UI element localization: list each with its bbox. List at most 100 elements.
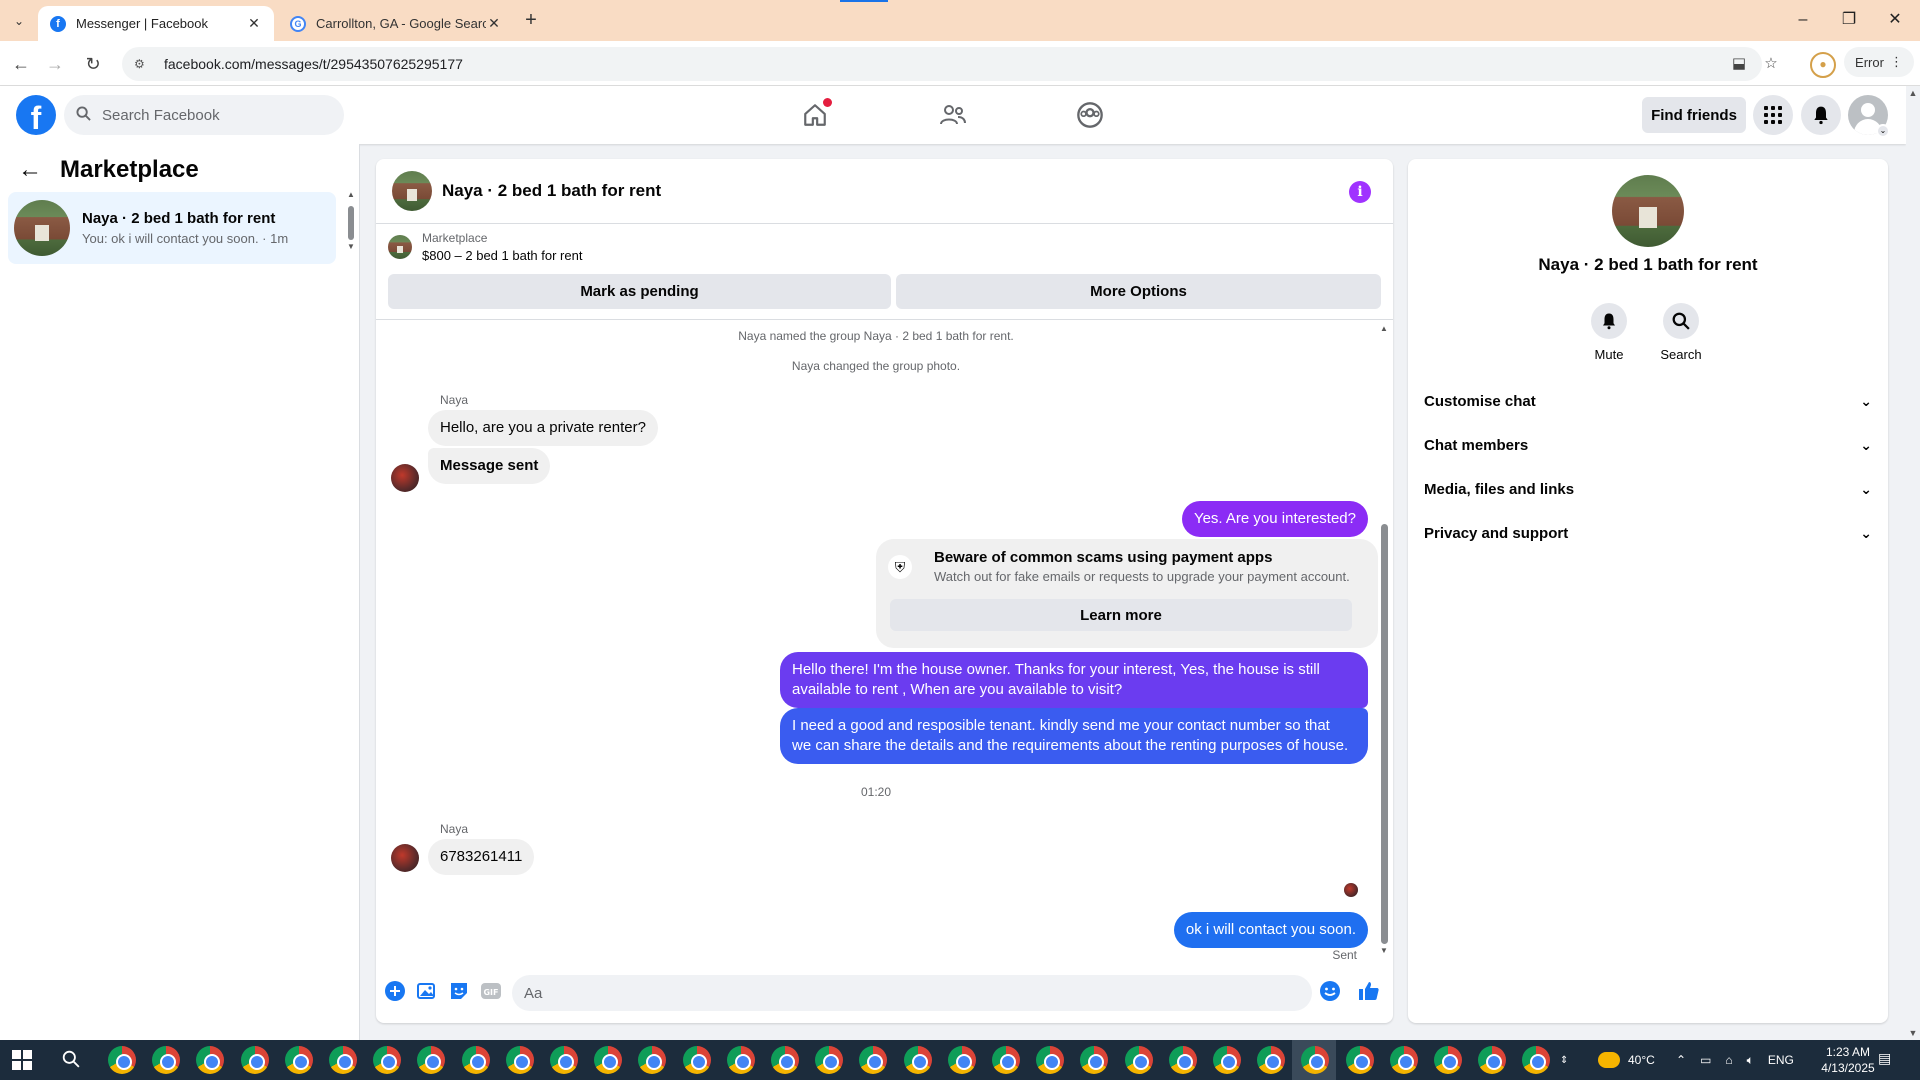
taskbar-chrome-app-icon[interactable]: [859, 1046, 888, 1074]
taskbar-chrome-app-icon[interactable]: [815, 1046, 844, 1074]
message-bubble-incoming[interactable]: Hello, are you a private renter?: [428, 410, 658, 446]
taskbar-chrome-app-icon[interactable]: [284, 1046, 313, 1074]
taskbar-chrome-app-icon[interactable]: [638, 1046, 667, 1074]
taskbar-chrome-app-icon[interactable]: [1522, 1046, 1551, 1074]
taskbar-chrome-app-icon[interactable]: [1257, 1046, 1286, 1074]
taskbar-chrome-app-icon[interactable]: [771, 1046, 799, 1074]
sticker-icon[interactable]: [448, 980, 470, 1002]
search-input[interactable]: [102, 106, 322, 124]
message-bubble-incoming[interactable]: Message sent: [428, 448, 551, 484]
chat-avatar[interactable]: [392, 171, 432, 211]
windows-start-icon[interactable]: [12, 1050, 32, 1070]
monitor-icon[interactable]: ▭: [1700, 1053, 1711, 1067]
taskbar-chrome-app-icon[interactable]: [550, 1046, 578, 1074]
bookmark-star-icon[interactable]: ☆: [1760, 53, 1782, 75]
page-scrollbar[interactable]: ▲ ▼: [1906, 86, 1920, 1040]
more-options-button[interactable]: More Options: [896, 274, 1381, 309]
taskbar-chrome-app-icon[interactable]: [505, 1046, 534, 1074]
taskbar-chrome-app-icon[interactable]: [947, 1046, 976, 1074]
sender-avatar[interactable]: [391, 844, 419, 872]
taskbar-chrome-app-icon[interactable]: [240, 1046, 269, 1074]
show-hidden-icons-chevron-icon[interactable]: ⌃: [1676, 1053, 1686, 1067]
taskbar-chrome-app-icon[interactable]: [1345, 1046, 1374, 1074]
address-bar[interactable]: ⚙ facebook.com/messages/t/29543507625295…: [122, 47, 1778, 81]
notifications-bell-icon[interactable]: [1801, 95, 1841, 135]
site-info-icon[interactable]: ⚙: [134, 57, 152, 71]
friends-nav-icon[interactable]: [936, 98, 970, 132]
conversation-item[interactable]: Naya · 2 bed 1 bath for rent You: ok i w…: [8, 192, 336, 264]
taskbar-clock[interactable]: 1:23 AM 4/13/2025: [1816, 1044, 1880, 1076]
section-privacy-support[interactable]: Privacy and support ⌄: [1416, 511, 1880, 555]
profile-icon[interactable]: ●: [1810, 52, 1836, 78]
back-arrow-icon[interactable]: ←: [18, 156, 44, 184]
section-media-files-links[interactable]: Media, files and links ⌄: [1416, 467, 1880, 511]
taskbar-chrome-app-icon[interactable]: [682, 1046, 711, 1074]
taskbar-chrome-app-icon[interactable]: [108, 1046, 136, 1074]
message-bubble-incoming[interactable]: 6783261411: [428, 839, 535, 875]
message-bubble-outgoing[interactable]: I need a good and resposible tenant. kin…: [780, 708, 1368, 764]
close-tab-icon[interactable]: ✕: [246, 15, 262, 32]
close-tab-icon[interactable]: ✕: [486, 15, 502, 32]
reload-button[interactable]: ↻: [80, 51, 106, 77]
plus-circle-icon[interactable]: [384, 980, 406, 1002]
facebook-search[interactable]: [64, 95, 344, 135]
chat-title[interactable]: Naya · 2 bed 1 bath for rent: [442, 181, 661, 201]
taskbar-chrome-app-icon[interactable]: [196, 1046, 225, 1074]
network-icon[interactable]: ⌂: [1725, 1053, 1732, 1067]
taskbar-chrome-app-icon[interactable]: [594, 1046, 623, 1074]
chat-scrollbar[interactable]: ▲ ▼: [1378, 324, 1390, 955]
emoji-icon[interactable]: [1319, 980, 1341, 1002]
home-nav-icon[interactable]: [798, 98, 832, 132]
taskbar-chrome-app-icon[interactable]: [1478, 1046, 1507, 1074]
back-button[interactable]: ←: [8, 51, 34, 77]
forward-button[interactable]: →: [42, 51, 68, 77]
taskbar-chrome-app-icon[interactable]: [1168, 1046, 1197, 1074]
minimize-button[interactable]: –: [1780, 8, 1826, 32]
taskbar-chrome-app-icon[interactable]: [903, 1046, 932, 1074]
taskbar-chrome-app-icon[interactable]: [1080, 1046, 1109, 1074]
taskbar-chrome-app-icon[interactable]: [992, 1046, 1020, 1074]
search-in-conversation-button[interactable]: Search: [1641, 303, 1721, 362]
notification-center-icon[interactable]: ▤: [1878, 1050, 1898, 1070]
message-bubble-outgoing[interactable]: Hello there! I'm the house owner. Thanks…: [780, 652, 1368, 708]
message-bubble-outgoing[interactable]: ok i will contact you soon.: [1173, 912, 1368, 948]
taskbar-chrome-app-icon[interactable]: [1434, 1046, 1462, 1074]
restore-button[interactable]: ❐: [1826, 8, 1872, 32]
section-chat-members[interactable]: Chat members ⌄: [1416, 423, 1880, 467]
section-customise-chat[interactable]: Customise chat ⌄: [1416, 379, 1880, 423]
sender-avatar[interactable]: [391, 464, 419, 492]
error-button[interactable]: Error ⋮: [1844, 47, 1914, 77]
taskbar-chrome-app-icon[interactable]: [1213, 1046, 1241, 1074]
taskbar-chrome-app-icon[interactable]: [1036, 1046, 1065, 1074]
account-chevron-down-icon[interactable]: ⌄: [1876, 124, 1890, 138]
taskbar-chrome-app-icon[interactable]: [1389, 1046, 1418, 1074]
find-friends-button[interactable]: Find friends: [1642, 97, 1746, 133]
group-photo[interactable]: [1612, 175, 1684, 247]
tray-scroll-arrows[interactable]: ⇕: [1560, 1040, 1568, 1080]
weather-widget[interactable]: 40°C: [1598, 1040, 1655, 1080]
message-bubble-outgoing[interactable]: Yes. Are you interested?: [1181, 501, 1368, 537]
tab-search-chevron-icon[interactable]: ⌄: [8, 10, 30, 32]
sidebar-scrollbar[interactable]: ▲ ▼: [346, 190, 356, 252]
photo-gallery-icon[interactable]: [416, 980, 438, 1002]
message-input[interactable]: [512, 975, 1312, 1011]
thumbs-up-icon[interactable]: [1358, 980, 1380, 1002]
mute-button[interactable]: Mute: [1569, 303, 1649, 362]
tab-google-search[interactable]: G Carrollton, GA - Google Search ✕: [278, 6, 514, 41]
taskbar-chrome-app-icon[interactable]: [329, 1046, 357, 1074]
learn-more-button[interactable]: Learn more: [890, 599, 1352, 631]
taskbar-chrome-app-icon[interactable]: [726, 1046, 755, 1074]
close-window-button[interactable]: ✕: [1872, 8, 1918, 32]
volume-icon[interactable]: 🔈︎: [1747, 1053, 1754, 1068]
conversation-info-icon[interactable]: i: [1349, 181, 1371, 203]
facebook-logo-icon[interactable]: f: [16, 95, 56, 135]
marketplace-listing-banner[interactable]: Marketplace $800 – 2 bed 1 bath for rent: [388, 231, 582, 263]
taskbar-chrome-app-icon[interactable]: [417, 1046, 446, 1074]
taskbar-chrome-app-icon[interactable]: [461, 1046, 490, 1074]
input-language[interactable]: ENG: [1768, 1053, 1794, 1067]
taskbar-chrome-app-icon[interactable]: [373, 1046, 402, 1074]
taskbar-search-icon[interactable]: [62, 1050, 84, 1072]
tab-messenger[interactable]: f Messenger | Facebook ✕: [38, 6, 274, 41]
groups-nav-icon[interactable]: [1073, 98, 1107, 132]
taskbar-chrome-app-icon[interactable]: [152, 1046, 181, 1074]
